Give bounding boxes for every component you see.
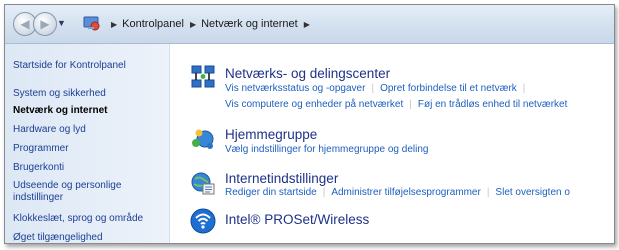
connect-to-network-link[interactable]: Opret forbindelse til et netværk bbox=[380, 83, 517, 94]
chevron-right-icon[interactable]: ▶ bbox=[304, 20, 310, 29]
breadcrumb: ▶ Kontrolpanel ▶ Netværk og internet ▶ bbox=[105, 5, 604, 43]
link-separator: | bbox=[409, 99, 412, 110]
homegroup-links: Vælg indstillinger for hjemmegruppe og d… bbox=[225, 144, 428, 155]
sidebar-item-network-internet[interactable]: Netværk og internet bbox=[13, 105, 107, 117]
link-separator: | bbox=[322, 187, 326, 198]
sidebar: Startside for Kontrolpanel System og sik… bbox=[5, 44, 170, 243]
network-sharing-links-row2: Vis computere og enheder på netværket | … bbox=[225, 99, 567, 110]
add-wireless-device-link[interactable]: Føj en trådløs enhed til netværket bbox=[418, 99, 568, 110]
sidebar-item-clock-language[interactable]: Klokkeslæt, sprog og område bbox=[13, 213, 143, 225]
sidebar-item-system-security[interactable]: System og sikkerhed bbox=[13, 88, 106, 100]
breadcrumb-control-panel[interactable]: Kontrolpanel bbox=[122, 18, 184, 30]
view-network-status-link[interactable]: Vis netværksstatus og -opgaver bbox=[225, 83, 365, 94]
sidebar-item-user-accounts[interactable]: Brugerkonti bbox=[13, 162, 64, 174]
internet-options-icon[interactable] bbox=[190, 170, 216, 196]
delete-history-link[interactable]: Slet oversigten o bbox=[495, 187, 570, 198]
main-content: Netværks- og delingscenter Vis netværkss… bbox=[170, 44, 614, 243]
link-separator: | bbox=[522, 83, 526, 94]
sidebar-item-appearance[interactable]: Udseende og personlige indstillinger bbox=[13, 180, 163, 204]
network-sharing-center-title[interactable]: Netværks- og delingscenter bbox=[225, 66, 390, 81]
recent-pages-dropdown-icon[interactable]: ▼ bbox=[57, 18, 66, 28]
internet-options-title[interactable]: Internetindstillinger bbox=[225, 171, 338, 186]
network-sharing-links-row1: Vis netværksstatus og -opgaver | Opret f… bbox=[225, 83, 531, 94]
address-bar: ◀ ▶ ▼ ▶ Kontrolpanel ▶ Netværk og intern… bbox=[5, 5, 614, 44]
link-separator: | bbox=[371, 83, 375, 94]
chevron-right-icon[interactable]: ▶ bbox=[111, 20, 117, 29]
sidebar-item-ease-of-access[interactable]: Øget tilgængelighed bbox=[13, 232, 103, 243]
view-network-computers-link[interactable]: Vis computere og enheder på netværket bbox=[225, 99, 403, 110]
control-panel-icon bbox=[83, 16, 100, 31]
manage-addons-link[interactable]: Administrer tilføjelsesprogrammer bbox=[331, 187, 480, 198]
link-separator: | bbox=[486, 187, 490, 198]
navigation-buttons: ◀ ▶ ▼ bbox=[13, 12, 77, 36]
control-panel-window: ◀ ▶ ▼ ▶ Kontrolpanel ▶ Netværk og intern… bbox=[4, 4, 615, 244]
sidebar-item-programs[interactable]: Programmer bbox=[13, 143, 69, 155]
breadcrumb-network-internet[interactable]: Netværk og internet bbox=[201, 18, 298, 30]
forward-button[interactable]: ▶ bbox=[33, 12, 57, 36]
sidebar-item-hardware-sound[interactable]: Hardware og lyd bbox=[13, 124, 86, 136]
wireless-icon[interactable] bbox=[190, 208, 216, 234]
network-sharing-center-icon[interactable] bbox=[190, 64, 216, 90]
sidebar-item-home[interactable]: Startside for Kontrolpanel bbox=[13, 60, 126, 72]
internet-options-links: Rediger din startside | Administrer tilf… bbox=[225, 187, 570, 198]
change-homepage-link[interactable]: Rediger din startside bbox=[225, 187, 317, 198]
intel-proset-wireless-title[interactable]: Intel® PROSet/Wireless bbox=[225, 212, 369, 227]
homegroup-title[interactable]: Hjemmegruppe bbox=[225, 127, 317, 142]
chevron-right-icon[interactable]: ▶ bbox=[190, 20, 196, 29]
homegroup-settings-link[interactable]: Vælg indstillinger for hjemmegruppe og d… bbox=[225, 144, 428, 155]
homegroup-icon[interactable] bbox=[190, 126, 216, 152]
